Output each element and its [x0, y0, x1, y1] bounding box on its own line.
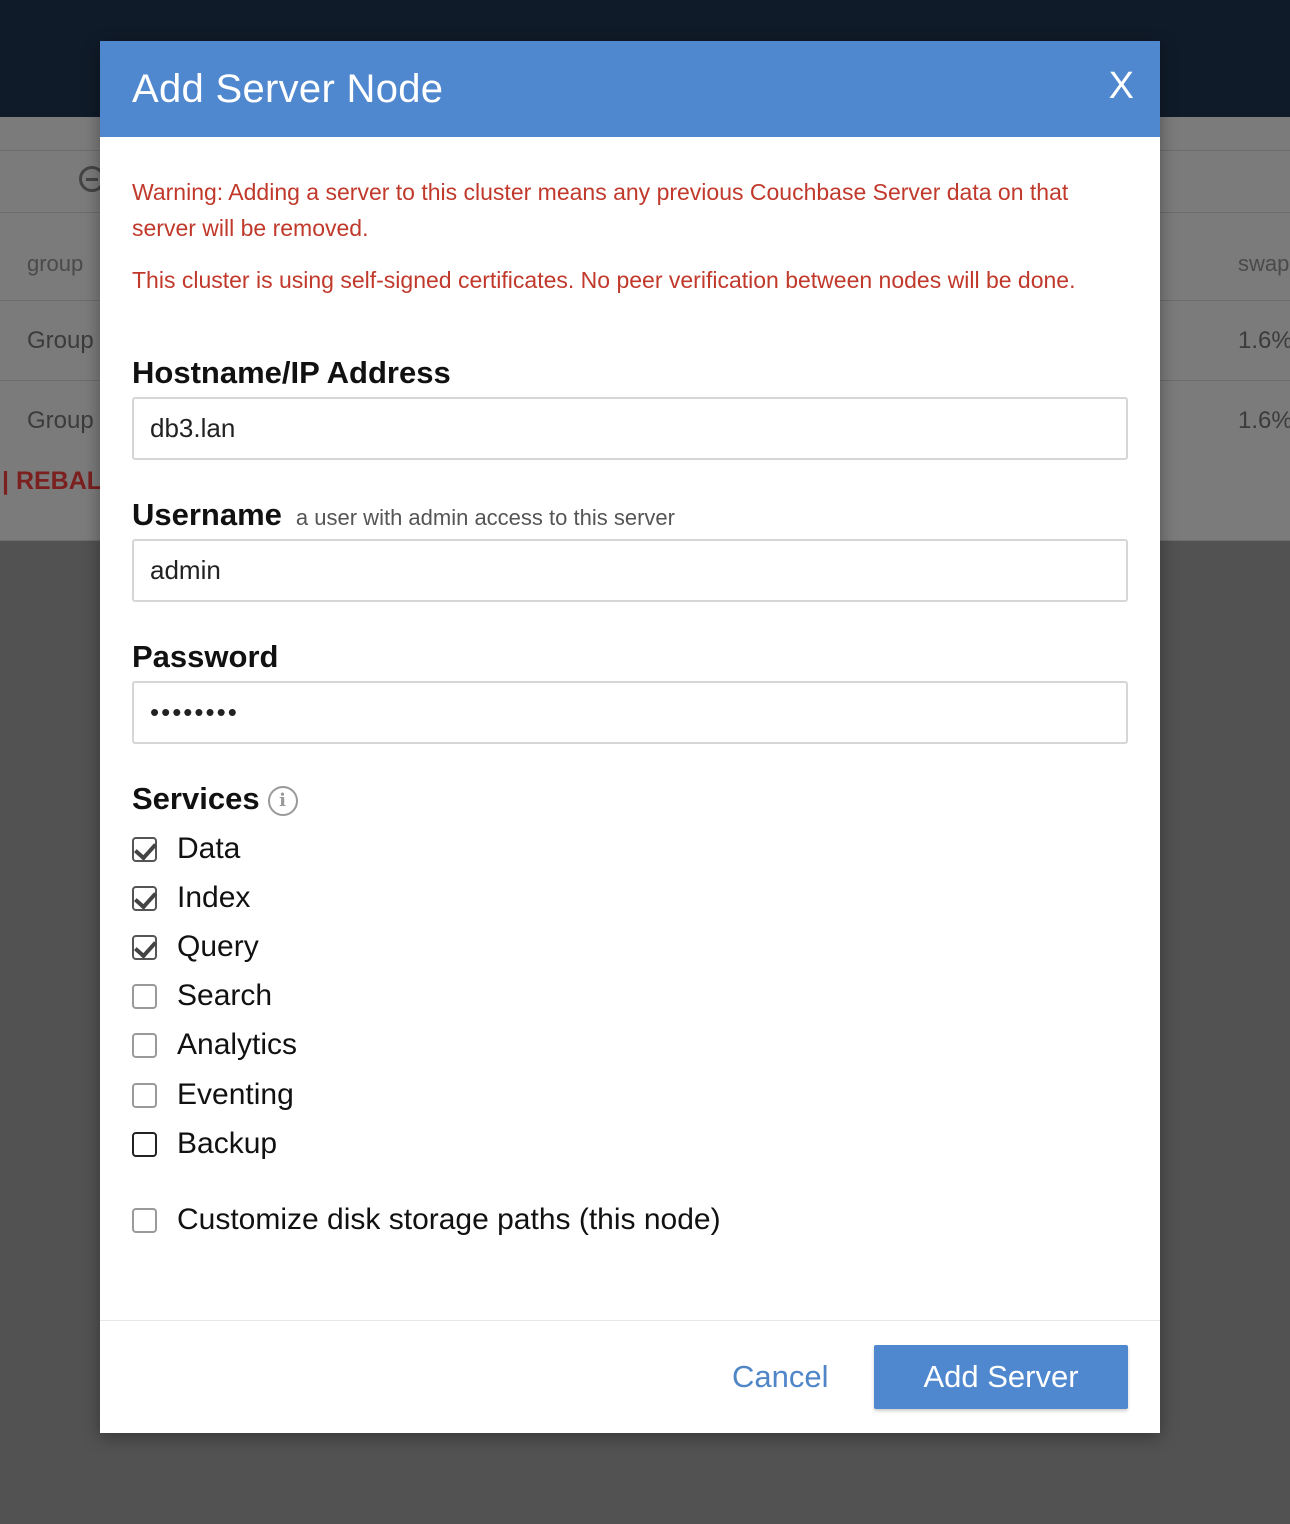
hostname-label: Hostname/IP Address	[132, 355, 451, 390]
swap-column-header: swap	[1238, 251, 1290, 276]
checkbox-index[interactable]	[132, 885, 157, 911]
data-removal-warning: Warning: Adding a server to this cluster…	[132, 179, 1069, 241]
checkbox-eventing[interactable]	[132, 1082, 157, 1108]
service-label: Analytics	[177, 1028, 298, 1061]
customize-paths-label: Customize disk storage paths (this node)	[177, 1203, 721, 1236]
service-label: Query	[177, 930, 259, 963]
close-button[interactable]: X	[1109, 67, 1134, 105]
service-label: Eventing	[177, 1078, 294, 1111]
service-label: Backup	[177, 1127, 278, 1160]
username-label: Username a user with admin access to this…	[132, 497, 675, 533]
service-data[interactable]: Data	[132, 832, 240, 866]
rebalance-status: | REBAL	[2, 467, 103, 495]
hostname-input[interactable]	[132, 397, 1128, 460]
certificate-warning: This cluster is using self-signed certif…	[132, 267, 1076, 293]
server-row-swap: 1.6%	[1238, 327, 1290, 354]
service-backup[interactable]: Backup	[132, 1127, 277, 1161]
group-column-header: group	[27, 251, 84, 276]
server-row-group: Group	[27, 407, 94, 434]
cancel-button[interactable]: Cancel	[732, 1359, 829, 1395]
username-input[interactable]	[132, 539, 1128, 602]
dialog-title: Add Server Node	[132, 67, 444, 111]
server-row-group: Group	[27, 327, 94, 354]
customize-paths-option[interactable]: Customize disk storage paths (this node)	[132, 1203, 721, 1237]
password-input[interactable]	[132, 681, 1128, 744]
checkbox-analytics[interactable]	[132, 1032, 157, 1058]
checkbox-backup[interactable]	[132, 1131, 157, 1157]
password-label: Password	[132, 639, 279, 674]
service-eventing[interactable]: Eventing	[132, 1078, 294, 1112]
checkbox-customize-paths[interactable]	[132, 1207, 157, 1233]
service-search[interactable]: Search	[132, 979, 272, 1013]
checkbox-data[interactable]	[132, 836, 157, 862]
username-hint: a user with admin access to this server	[295, 505, 675, 530]
info-icon[interactable]: i	[267, 786, 298, 816]
service-query[interactable]: Query	[132, 930, 259, 964]
server-row-swap: 1.6%	[1238, 407, 1290, 434]
checkbox-search[interactable]	[132, 983, 157, 1009]
add-server-dialog: Add Server Node X Warning: Adding a serv…	[100, 41, 1160, 1433]
service-index[interactable]: Index	[132, 881, 250, 915]
services-label-text: Services	[132, 781, 260, 816]
service-analytics[interactable]: Analytics	[132, 1028, 297, 1062]
service-label: Data	[177, 832, 241, 865]
username-label-text: Username	[132, 497, 282, 532]
add-server-button[interactable]: Add Server	[874, 1345, 1128, 1409]
service-label: Search	[177, 979, 273, 1012]
footer-divider	[100, 1320, 1160, 1321]
service-label: Index	[177, 881, 251, 914]
dialog-header: Add Server Node X	[100, 41, 1160, 137]
checkbox-query[interactable]	[132, 934, 157, 960]
services-label: Services i	[132, 781, 298, 817]
